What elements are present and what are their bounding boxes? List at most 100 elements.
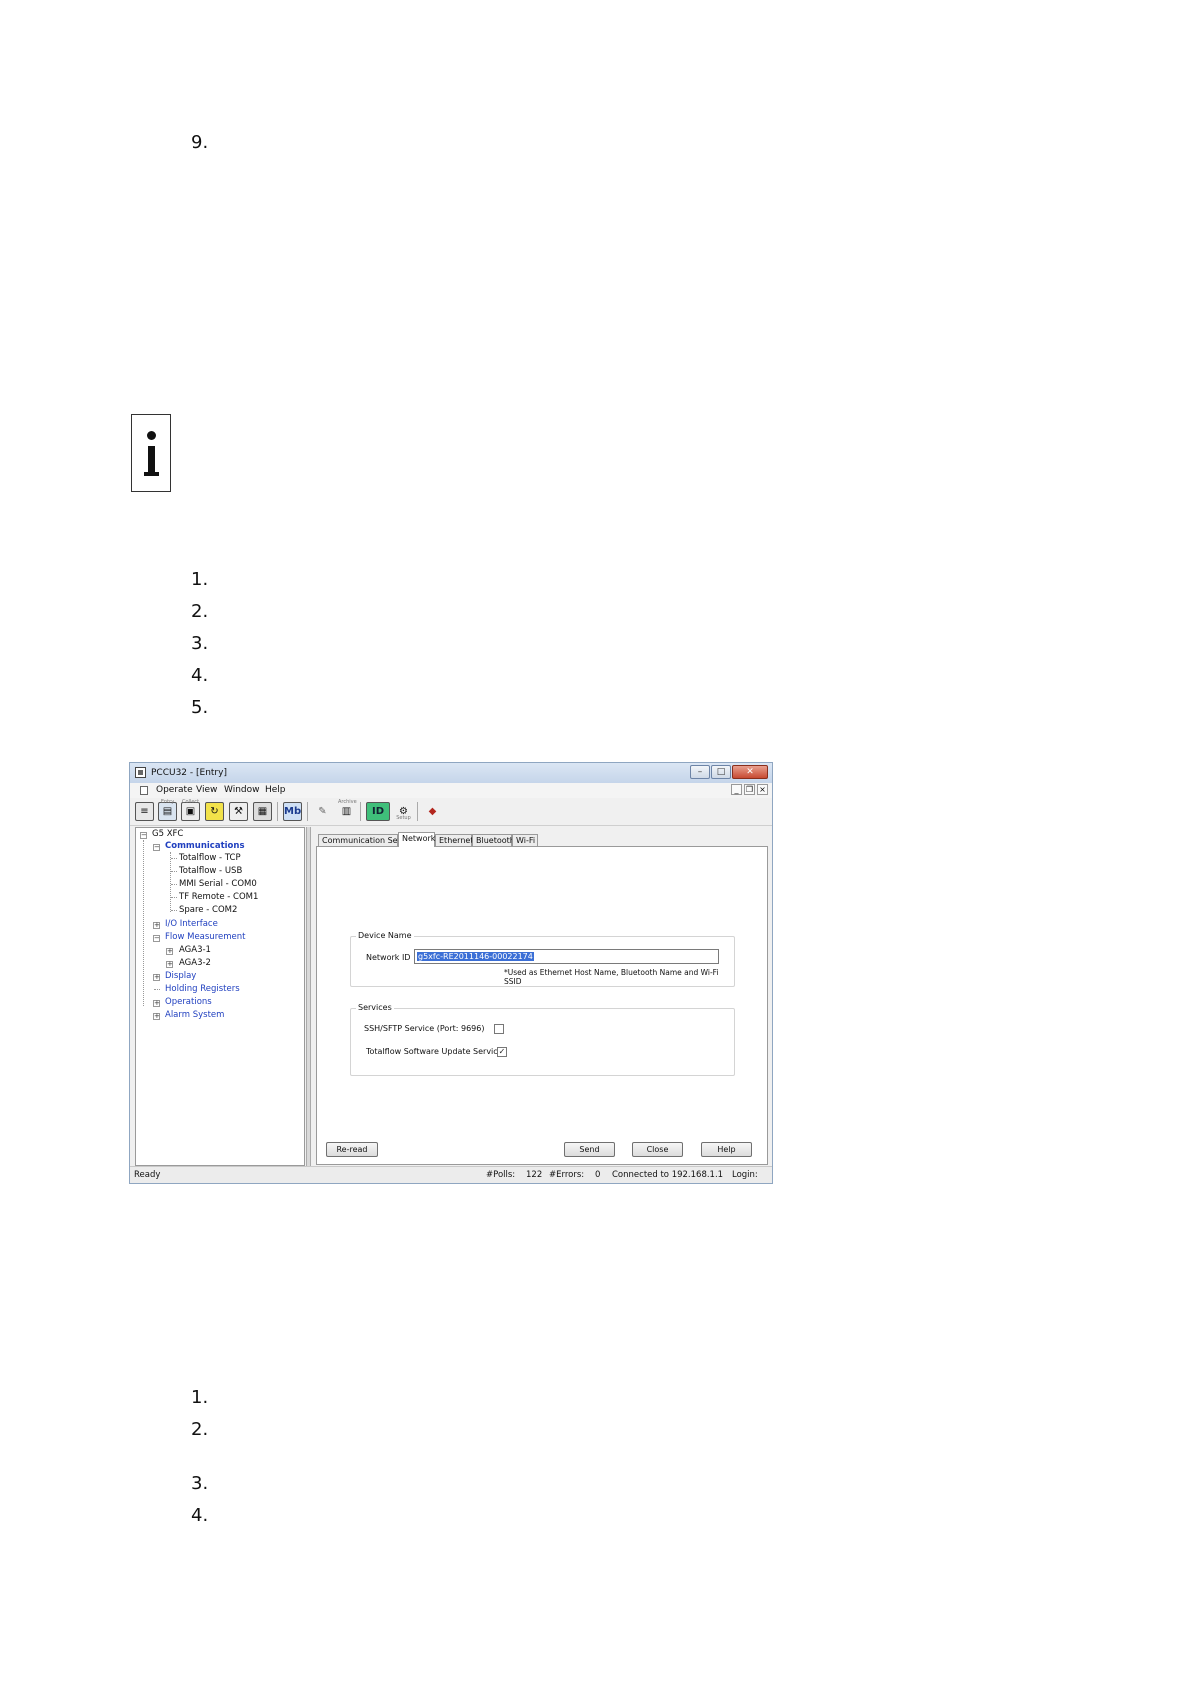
list-a-item-5: 5. (191, 697, 209, 718)
network-id-note: *Used as Ethernet Host Name, Bluetooth N… (504, 968, 719, 986)
expand-icon[interactable]: + (153, 1000, 160, 1007)
tree-item-comm-2[interactable]: Totalflow - USB (179, 866, 242, 876)
collapse-icon[interactable]: − (153, 844, 160, 851)
network-id-label: Network ID (366, 953, 411, 962)
expand-icon[interactable]: + (166, 948, 173, 955)
navigation-tree: − G5 XFC − Communications Totalflow - TC… (135, 827, 305, 1166)
polls-label: #Polls: (486, 1170, 516, 1180)
info-icon (131, 414, 171, 492)
minimize-button[interactable]: – (690, 765, 710, 779)
list-b-item-2: 2. (191, 1419, 209, 1440)
tree-root[interactable]: G5 XFC (152, 829, 183, 839)
update-service-checkbox[interactable]: ✓ (497, 1047, 507, 1057)
id-icon[interactable]: ID (366, 802, 390, 821)
services-title: Services (356, 1003, 394, 1012)
list-a-item-1: 1. (191, 569, 209, 590)
setup-icon[interactable]: Setup ⚙ (394, 802, 413, 821)
tab-bluetooth[interactable]: Bluetooth (472, 834, 515, 846)
tree-item-operations[interactable]: Operations (165, 997, 212, 1007)
tree-item-flow-measurement[interactable]: Flow Measurement (165, 932, 245, 942)
expand-icon[interactable]: + (153, 1013, 160, 1020)
window-title: PCCU32 - [Entry] (151, 768, 227, 778)
network-id-value: g5xfc-RE2011146-00022174 (417, 952, 534, 961)
step-number-9: 9. (191, 132, 209, 153)
close-window-button[interactable]: ✕ (732, 765, 768, 779)
menu-help[interactable]: Help (265, 785, 286, 795)
tree-item-comm-3[interactable]: MMI Serial - COM0 (179, 879, 257, 889)
help-book-icon[interactable]: ◆ (423, 802, 442, 821)
list-b-item-3: 3. (191, 1473, 209, 1494)
polls-value: 122 (526, 1170, 543, 1180)
tree-item-aga3-1[interactable]: AGA3-1 (179, 945, 211, 955)
list-a-item-3: 3. (191, 633, 209, 654)
mdi-minimize-button[interactable]: _ (731, 784, 742, 795)
close-button[interactable]: Close (632, 1142, 683, 1157)
calibrate-icon[interactable]: ▦ (253, 802, 272, 821)
mdi-close-button[interactable]: × (757, 784, 768, 795)
ssh-service-checkbox[interactable] (494, 1024, 504, 1034)
mb-icon[interactable]: Mb (283, 802, 302, 821)
ssh-service-label: SSH/SFTP Service (Port: 9696) (364, 1024, 485, 1033)
network-panel: Device Name Network ID g5xfc-RE2011146-0… (316, 846, 768, 1165)
mdi-restore-button[interactable]: ❐ (744, 784, 755, 795)
list-a-item-4: 4. (191, 665, 209, 686)
expand-icon[interactable]: + (166, 961, 173, 968)
tree-item-comm-5[interactable]: Spare - COM2 (179, 905, 237, 915)
collect-icon[interactable]: Collect ▣ (181, 799, 200, 821)
device-name-title: Device Name (356, 931, 414, 940)
tree-item-alarm-system[interactable]: Alarm System (165, 1010, 224, 1020)
tree-item-holding-registers[interactable]: Holding Registers (165, 984, 240, 994)
pane-splitter[interactable] (306, 827, 311, 1166)
services-group: Services SSH/SFTP Service (Port: 9696) T… (350, 1003, 735, 1076)
network-id-input[interactable]: g5xfc-RE2011146-00022174 (414, 949, 719, 964)
login-label: Login: (732, 1170, 758, 1180)
reread-button[interactable]: Re-read (326, 1142, 378, 1157)
document-icon[interactable] (140, 786, 148, 795)
device-name-group: Device Name Network ID g5xfc-RE2011146-0… (350, 931, 735, 987)
tree-item-comm-4[interactable]: TF Remote - COM1 (179, 892, 258, 902)
errors-value: 0 (595, 1170, 601, 1180)
menu-bar: Operate View Window Help _ ❐ × (130, 783, 772, 799)
title-bar: PCCU32 - [Entry] – □ ✕ (130, 763, 772, 783)
connection-status: Connected to 192.168.1.1 (612, 1170, 724, 1180)
send-button[interactable]: Send (564, 1142, 615, 1157)
tab-ethernet[interactable]: Ethernet (435, 834, 473, 846)
collapse-icon[interactable]: − (140, 832, 147, 839)
list-b-item-4: 4. (191, 1505, 209, 1526)
entry-tool-icon[interactable]: ≡ (135, 802, 154, 821)
expand-icon[interactable]: + (153, 974, 160, 981)
archive-icon[interactable]: Archive ▥ (337, 799, 357, 821)
entry-screen-icon[interactable]: Entry ▤ (158, 799, 177, 821)
tab-communication-setup[interactable]: Communication Setup (318, 834, 411, 846)
menu-window[interactable]: Window (224, 785, 260, 795)
list-a-item-2: 2. (191, 601, 209, 622)
status-bar: Ready #Polls: 122 #Errors: 0 Connected t… (130, 1166, 772, 1183)
tree-item-communications[interactable]: Communications (165, 841, 245, 851)
collect-label: Collect (182, 799, 200, 805)
app-icon (135, 767, 146, 778)
tools-icon[interactable]: ⚒ (229, 802, 248, 821)
errors-label: #Errors: (549, 1170, 585, 1180)
toolbar: ≡ Entry ▤ Collect ▣ ↻ ⚒ ▦ Mb ✎ Archive ▥ ID… (130, 798, 772, 826)
tab-network[interactable]: Network (398, 832, 435, 847)
menu-operate[interactable]: Operate (156, 785, 193, 795)
collapse-icon[interactable]: − (153, 935, 160, 942)
pccu-window: PCCU32 - [Entry] – □ ✕ Operate View Wind… (129, 762, 773, 1184)
menu-view[interactable]: View (196, 785, 217, 795)
notes-icon[interactable]: ✎ (313, 802, 332, 821)
entry-label: Entry (160, 799, 175, 805)
setup-label: Setup (396, 815, 411, 821)
tree-item-io-interface[interactable]: I/O Interface (165, 919, 218, 929)
tree-item-aga3-2[interactable]: AGA3-2 (179, 958, 211, 968)
tree-item-comm-1[interactable]: Totalflow - TCP (179, 853, 241, 863)
status-ready: Ready (134, 1170, 161, 1180)
list-b-item-1: 1. (191, 1387, 209, 1408)
help-button[interactable]: Help (701, 1142, 752, 1157)
expand-icon[interactable]: + (153, 922, 160, 929)
maximize-button[interactable]: □ (711, 765, 731, 779)
tree-item-display[interactable]: Display (165, 971, 196, 981)
tab-wifi[interactable]: Wi-Fi (512, 834, 538, 846)
archive-label: Archive (338, 799, 357, 805)
update-service-label: Totalflow Software Update Service (366, 1047, 503, 1056)
refresh-icon[interactable]: ↻ (205, 802, 224, 821)
